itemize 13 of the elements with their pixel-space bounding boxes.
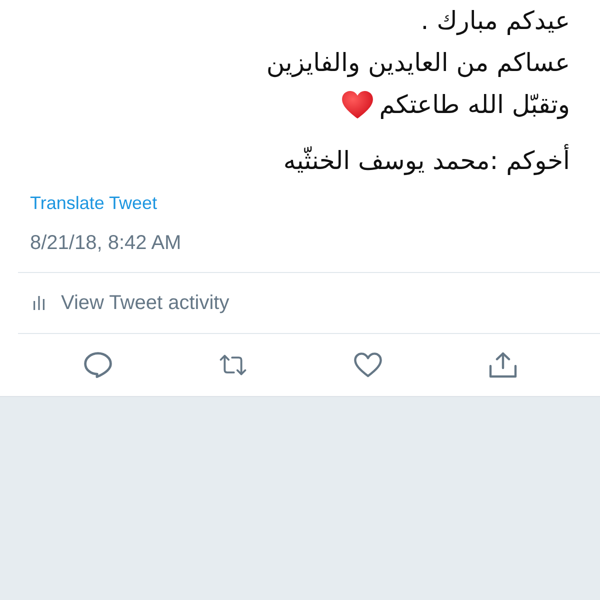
tweet-text-line: عساكم من العايدين والفايزين — [266, 47, 570, 80]
speech-bubble-icon — [84, 352, 112, 378]
share-icon — [488, 352, 516, 378]
repost-arrows-icon — [218, 352, 246, 378]
tweet-text-line: أخوكم :محمد يوسف الخنثّيه — [283, 143, 570, 178]
tweet-timestamp: 8/21/18, 8:42 AM — [30, 231, 182, 255]
tweet-activity-button[interactable]: View Tweet activity — [0, 273, 230, 333]
translate-tweet-link[interactable]: Translate Tweet — [30, 192, 158, 214]
heart-emoji-icon — [342, 91, 374, 119]
bar-chart-icon — [33, 296, 45, 310]
heart-icon — [354, 352, 382, 378]
tweet-text-line: عيدكم مبارك . — [420, 5, 570, 38]
tweet-text-line: وتقبّل الله طاعتكم — [379, 89, 570, 122]
